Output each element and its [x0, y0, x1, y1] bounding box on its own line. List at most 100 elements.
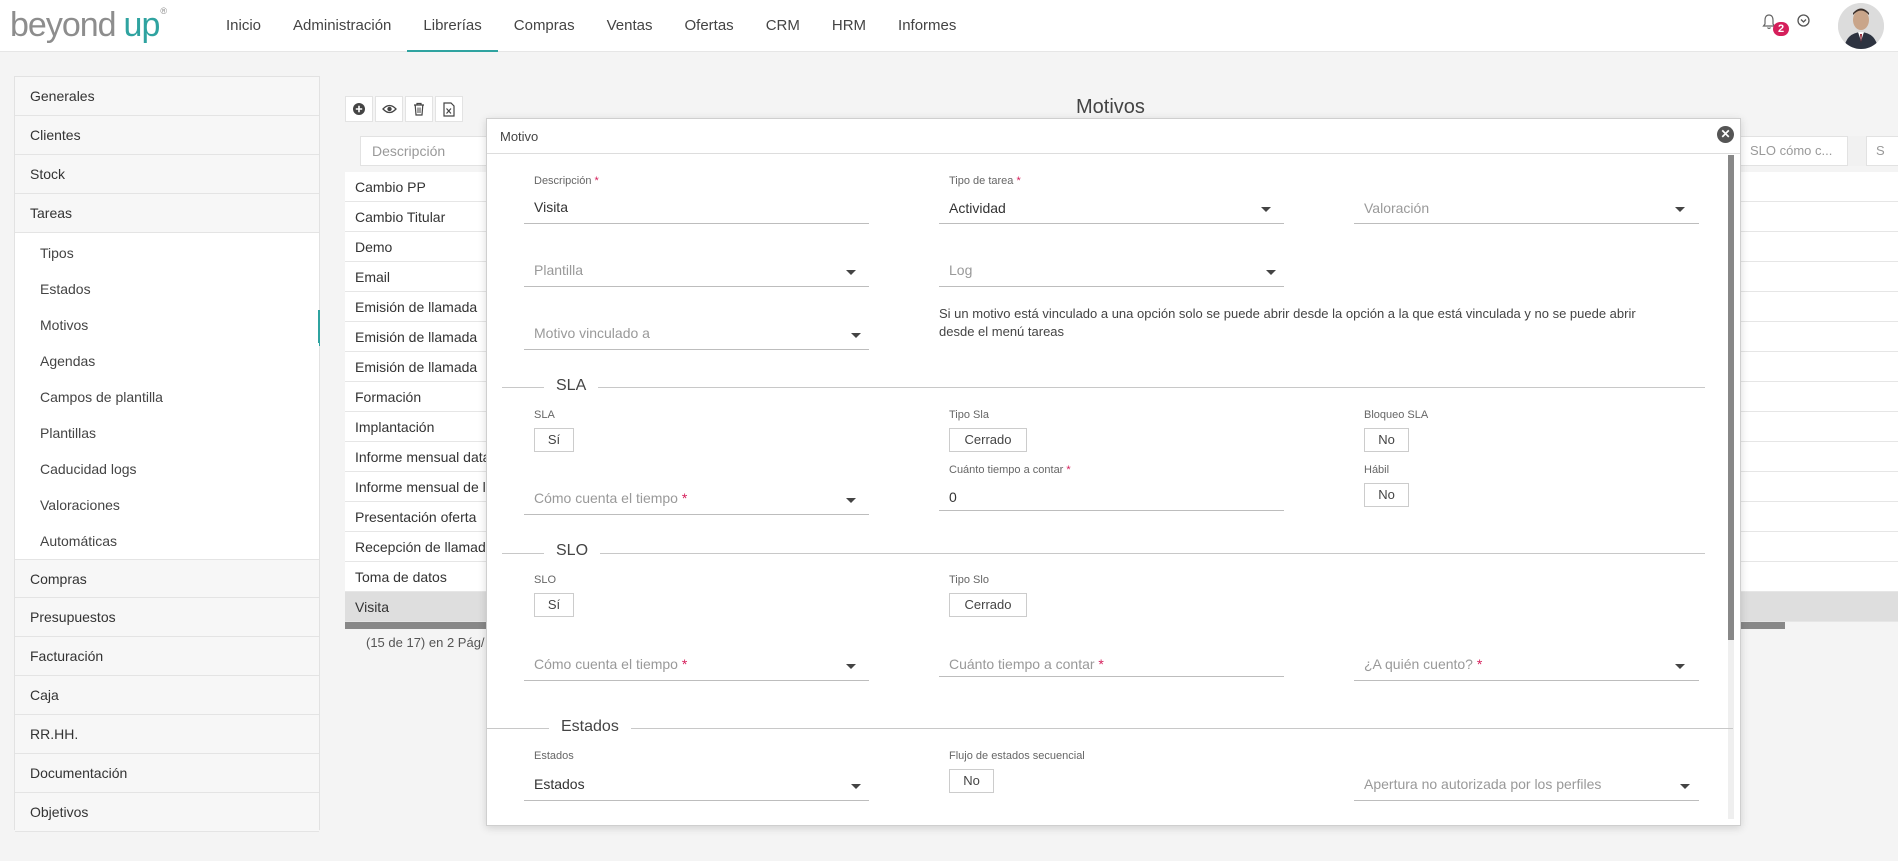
descripcion-input[interactable]: Visita — [534, 199, 568, 215]
filter-slo-input[interactable]: SLO cómo c... — [1740, 136, 1848, 166]
chevron-down-icon[interactable] — [1261, 207, 1271, 212]
bloqueo-sla-toggle[interactable]: No — [1364, 428, 1409, 452]
nav-librerias[interactable]: Librerías — [407, 0, 498, 52]
chevron-down-icon[interactable] — [1680, 784, 1690, 789]
help-line-2: desde el menú tareas — [939, 324, 1065, 339]
close-icon[interactable]: ✕ — [1717, 126, 1734, 143]
sidebar-item-tareas[interactable]: Tareas — [15, 194, 319, 233]
chevron-down-icon[interactable] — [846, 498, 856, 503]
apertura-select[interactable]: Apertura no autorizada por los perfiles — [1364, 776, 1601, 792]
tipo-tarea-underline — [939, 223, 1284, 224]
sidebar-sub-estados[interactable]: Estados — [15, 271, 319, 307]
vertical-scrollbar[interactable] — [1728, 155, 1734, 640]
chevron-down-icon[interactable] — [851, 333, 861, 338]
tipo-slo-label: Tipo Slo — [949, 574, 989, 586]
sla-cuanto-input[interactable]: 0 — [949, 489, 957, 505]
nav-inicio[interactable]: Inicio — [210, 0, 277, 52]
plantilla-select[interactable]: Plantilla — [534, 262, 583, 278]
sla-como-underline — [524, 514, 869, 515]
apertura-underline — [1354, 800, 1699, 801]
motivo-vinculado-select[interactable]: Motivo vinculado a — [534, 325, 650, 341]
sidebar-sub-automaticas[interactable]: Automáticas — [15, 523, 319, 559]
add-button[interactable] — [345, 96, 373, 122]
nav-ventas[interactable]: Ventas — [591, 0, 669, 52]
chevron-down-icon[interactable] — [1266, 270, 1276, 275]
help-line-1: Si un motivo está vinculado a una opción… — [939, 306, 1636, 321]
tipo-tarea-label: Tipo de tarea * — [949, 175, 1021, 187]
sla-como-cuenta-select[interactable]: Cómo cuenta el tiempo * — [534, 490, 687, 506]
sidebar-sub-caducidad-logs[interactable]: Caducidad logs — [15, 451, 319, 487]
sidebar-item-compras[interactable]: Compras — [15, 559, 319, 598]
sidebar-item-clientes[interactable]: Clientes — [15, 116, 319, 155]
estados-label: Estados — [534, 750, 574, 762]
flujo-toggle[interactable]: No — [949, 769, 994, 793]
view-button[interactable] — [375, 96, 403, 122]
filter-extra-input[interactable]: S — [1866, 136, 1898, 166]
motivo-vinculado-underline — [524, 349, 869, 350]
estados-select[interactable]: Estados — [534, 776, 585, 792]
chevron-down-icon[interactable] — [1675, 664, 1685, 669]
slo-cuanto-input[interactable]: Cuánto tiempo a contar * — [949, 656, 1104, 672]
chevron-down-icon[interactable] — [851, 784, 861, 789]
nav-crm[interactable]: CRM — [750, 0, 816, 52]
estados-divider — [487, 728, 1733, 729]
excel-file-icon — [443, 101, 455, 117]
nav-informes[interactable]: Informes — [882, 0, 972, 52]
list-toolbar — [345, 96, 463, 122]
slo-como-cuenta-select[interactable]: Cómo cuenta el tiempo * — [534, 656, 687, 672]
vinculado-help-text: Si un motivo está vinculado a una opción… — [939, 305, 1636, 341]
sidebar-item-objetivos[interactable]: Objetivos — [15, 793, 319, 832]
notification-badge: 2 — [1773, 22, 1790, 36]
tipo-tarea-select[interactable]: Actividad — [949, 200, 1006, 216]
sidebar-item-documentacion[interactable]: Documentación — [15, 754, 319, 793]
chevron-down-icon[interactable] — [1675, 207, 1685, 212]
slo-label: SLO — [534, 574, 557, 586]
valoracion-select[interactable]: Valoración — [1364, 200, 1429, 216]
sidebar-sub-valoraciones[interactable]: Valoraciones — [15, 487, 319, 523]
descripcion-label: Descripción * — [534, 175, 599, 187]
descripcion-underline — [524, 223, 869, 224]
habil-toggle[interactable]: No — [1364, 483, 1409, 507]
chevron-down-circle-icon[interactable] — [1797, 14, 1810, 27]
dialog-title: Motivo — [487, 119, 1740, 154]
bloqueo-sla-label: Bloqueo SLA — [1364, 409, 1429, 421]
sidebar-item-facturacion[interactable]: Facturación — [15, 637, 319, 676]
slo-toggle[interactable]: Sí — [534, 593, 574, 617]
quien-cuento-select[interactable]: ¿A quién cuento? * — [1364, 656, 1482, 672]
tipo-slo-toggle[interactable]: Cerrado — [949, 593, 1027, 617]
sidebar-item-caja[interactable]: Caja — [15, 676, 319, 715]
logo-up: up — [123, 6, 161, 44]
log-select[interactable]: Log — [949, 262, 972, 278]
brand-logo[interactable]: beyond up® — [10, 6, 167, 45]
trash-icon — [414, 102, 424, 116]
sidebar-sub-agendas[interactable]: Agendas — [15, 343, 319, 379]
sidebar-sub-campos-plantilla[interactable]: Campos de plantilla — [15, 379, 319, 415]
sla-cuanto-label: Cuánto tiempo a contar * — [949, 464, 1071, 476]
export-excel-button[interactable] — [435, 96, 463, 122]
chevron-down-icon[interactable] — [846, 664, 856, 669]
eye-icon — [381, 104, 397, 114]
nav-compras[interactable]: Compras — [498, 0, 591, 52]
sidebar-item-stock[interactable]: Stock — [15, 155, 319, 194]
tipo-sla-label: Tipo Sla — [949, 409, 989, 421]
pagination-info: (15 de 17) en 2 Pág/ — [366, 635, 485, 650]
sidebar-sub-tipos[interactable]: Tipos — [15, 235, 319, 271]
sidebar-item-rrhh[interactable]: RR.HH. — [15, 715, 319, 754]
sla-cuanto-underline — [939, 510, 1284, 511]
quien-cuento-underline — [1354, 680, 1699, 681]
page-title: Motivos — [1076, 96, 1145, 118]
nav-administracion[interactable]: Administración — [277, 0, 407, 52]
avatar[interactable] — [1838, 3, 1884, 49]
sidebar-sub-motivos[interactable]: Motivos — [15, 307, 320, 346]
nav-ofertas[interactable]: Ofertas — [669, 0, 750, 52]
sidebar-item-generales[interactable]: Generales — [15, 77, 319, 116]
chevron-down-icon[interactable] — [846, 270, 856, 275]
tipo-sla-toggle[interactable]: Cerrado — [949, 428, 1027, 452]
sidebar-item-presupuestos[interactable]: Presupuestos — [15, 598, 319, 637]
sidebar-sub-plantillas[interactable]: Plantillas — [15, 415, 319, 451]
top-bar: beyond up® Inicio Administración Librería… — [0, 0, 1898, 52]
sla-toggle[interactable]: Sí — [534, 428, 574, 452]
nav-hrm[interactable]: HRM — [816, 0, 882, 52]
delete-button[interactable] — [405, 96, 433, 122]
habil-label: Hábil — [1364, 464, 1390, 476]
